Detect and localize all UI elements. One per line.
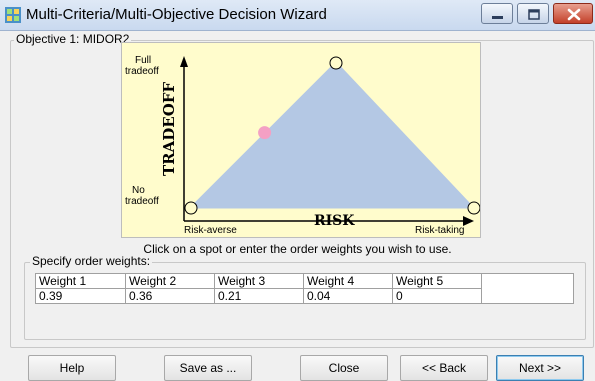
- weights-filler: [481, 273, 574, 289]
- weight-value-3[interactable]: 0.21: [214, 288, 304, 304]
- title-bar: Multi-Criteria/Multi-Objective Decision …: [0, 0, 595, 31]
- help-button[interactable]: Help: [28, 355, 116, 381]
- objective-label: Objective 1: MIDOR2: [14, 32, 132, 46]
- weights-header-row: Weight 1 Weight 2 Weight 3 Weight 4 Weig…: [35, 273, 574, 289]
- maximize-button[interactable]: [517, 3, 549, 24]
- x-left-label: Risk-averse: [184, 225, 237, 236]
- decision-triangle[interactable]: [188, 61, 476, 209]
- close-window-button[interactable]: [553, 3, 593, 24]
- tradeoff-risk-chart[interactable]: Full tradeoff No tradeoff TRADEOFF Risk-…: [121, 42, 481, 238]
- weight-header-2: Weight 2: [125, 273, 215, 289]
- close-icon: [567, 8, 581, 21]
- weight-marker[interactable]: [258, 126, 272, 140]
- weight-header-5: Weight 5: [392, 273, 482, 289]
- next-button[interactable]: Next >>: [496, 355, 584, 381]
- weight-value-2[interactable]: 0.36: [125, 288, 215, 304]
- minimize-button[interactable]: [481, 3, 513, 24]
- weights-label: Specify order weights:: [30, 254, 153, 268]
- window-title: Multi-Criteria/Multi-Objective Decision …: [26, 6, 327, 23]
- weight-header-3: Weight 3: [214, 273, 304, 289]
- weight-value-4[interactable]: 0.04: [303, 288, 393, 304]
- app-icon: [5, 7, 21, 23]
- y-top-label-1: Full: [135, 55, 151, 66]
- y-axis-arrow: [180, 56, 188, 67]
- x-right-label: Risk-taking: [415, 225, 464, 236]
- back-button[interactable]: << Back: [400, 355, 488, 381]
- minimize-icon: [492, 16, 503, 19]
- save-as-button[interactable]: Save as ...: [164, 355, 252, 381]
- x-axis-arrow: [463, 216, 474, 226]
- weights-table: Weight 1 Weight 2 Weight 3 Weight 4 Weig…: [35, 273, 574, 304]
- full-tradeoff-vertex[interactable]: [329, 56, 343, 70]
- x-axis-title: RISK: [314, 213, 355, 229]
- y-bottom-label-2: tradeoff: [125, 196, 159, 207]
- y-bottom-label-1: No: [132, 185, 145, 196]
- y-axis-title: TRADEOFF: [160, 82, 178, 176]
- maximize-icon: [528, 9, 540, 20]
- weights-value-row: 0.39 0.36 0.21 0.04 0: [35, 288, 574, 304]
- risk-averse-vertex[interactable]: [184, 201, 198, 215]
- risk-taking-vertex[interactable]: [467, 201, 481, 215]
- weight-value-1[interactable]: 0.39: [35, 288, 126, 304]
- chart-svg[interactable]: Full tradeoff No tradeoff TRADEOFF Risk-…: [122, 43, 481, 237]
- weight-header-4: Weight 4: [303, 273, 393, 289]
- weights-filler-2: [481, 288, 574, 304]
- y-top-label-2: tradeoff: [125, 66, 159, 77]
- weight-header-1: Weight 1: [35, 273, 126, 289]
- close-button[interactable]: Close: [300, 355, 388, 381]
- weight-value-5[interactable]: 0: [392, 288, 482, 304]
